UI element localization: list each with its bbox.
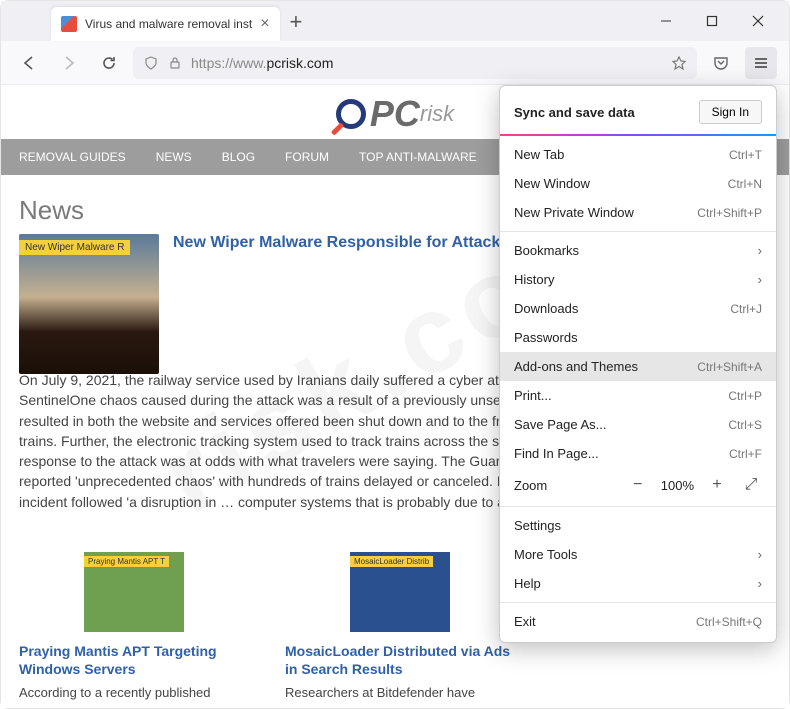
- card-thumbnail[interactable]: Praying Mantis APT T: [84, 552, 184, 632]
- chevron-right-icon: ›: [758, 272, 762, 287]
- sync-label: Sync and save data: [514, 105, 635, 120]
- menu-new-private-window[interactable]: New Private WindowCtrl+Shift+P: [500, 198, 776, 227]
- menu-bookmarks[interactable]: Bookmarks›: [500, 236, 776, 265]
- card-thumbnail[interactable]: MosaicLoader Distrib: [350, 552, 450, 632]
- tab-bar: Virus and malware removal inst × +: [1, 1, 789, 41]
- zoom-label: Zoom: [514, 478, 615, 493]
- maximize-button[interactable]: [689, 5, 735, 37]
- menu-addons-themes[interactable]: Add-ons and ThemesCtrl+Shift+A: [500, 352, 776, 381]
- app-menu-button[interactable]: [745, 47, 777, 79]
- card-thumb-label: Praying Mantis APT T: [84, 556, 169, 567]
- zoom-in-button[interactable]: +: [706, 474, 728, 496]
- favicon-icon: [61, 16, 77, 32]
- shield-icon: [143, 55, 159, 71]
- lock-icon: [167, 55, 183, 71]
- logo-pc: PC: [370, 93, 420, 135]
- chevron-right-icon: ›: [758, 243, 762, 258]
- sign-in-button[interactable]: Sign In: [699, 100, 762, 124]
- browser-tab[interactable]: Virus and malware removal inst ×: [51, 7, 280, 41]
- nav-top-antimalware[interactable]: TOP ANTI-MALWARE: [359, 150, 477, 164]
- menu-save-page-as[interactable]: Save Page As...Ctrl+S: [500, 410, 776, 439]
- menu-new-tab[interactable]: New TabCtrl+T: [500, 140, 776, 169]
- menu-help[interactable]: Help›: [500, 569, 776, 598]
- url-text: https://www.pcrisk.com: [191, 55, 663, 71]
- card-body: According to a recently published: [19, 684, 249, 702]
- card-title[interactable]: MosaicLoader Distributed via Ads in Sear…: [285, 642, 515, 678]
- minimize-button[interactable]: [643, 5, 689, 37]
- article-thumbnail[interactable]: New Wiper Malware R: [19, 234, 159, 374]
- url-bar: https://www.pcrisk.com: [1, 41, 789, 85]
- chevron-right-icon: ›: [758, 547, 762, 562]
- reload-button[interactable]: [93, 47, 125, 79]
- nav-removal-guides[interactable]: REMOVAL GUIDES: [19, 150, 126, 164]
- menu-exit[interactable]: ExitCtrl+Shift+Q: [500, 607, 776, 636]
- pocket-icon[interactable]: [705, 47, 737, 79]
- menu-settings[interactable]: Settings: [500, 511, 776, 540]
- menu-passwords[interactable]: Passwords: [500, 323, 776, 352]
- app-menu-popup: Sync and save data Sign In New TabCtrl+T…: [499, 85, 777, 643]
- close-tab-icon[interactable]: ×: [260, 15, 269, 33]
- window-controls: [643, 1, 781, 41]
- bookmark-star-icon[interactable]: [671, 55, 687, 71]
- nav-news[interactable]: NEWS: [156, 150, 192, 164]
- zoom-value: 100%: [661, 478, 694, 493]
- menu-new-window[interactable]: New WindowCtrl+N: [500, 169, 776, 198]
- card-thumb-label: MosaicLoader Distrib: [350, 556, 433, 567]
- logo-risk: risk: [420, 101, 454, 127]
- card-body: Researchers at Bitdefender have: [285, 684, 515, 702]
- card-mosaicloader: MosaicLoader Distrib MosaicLoader Distri…: [285, 552, 515, 703]
- card-title[interactable]: Praying Mantis APT Targeting Windows Ser…: [19, 642, 249, 678]
- menu-history[interactable]: History›: [500, 265, 776, 294]
- nav-forum[interactable]: FORUM: [285, 150, 329, 164]
- card-praying-mantis: Praying Mantis APT T Praying Mantis APT …: [19, 552, 249, 703]
- chevron-right-icon: ›: [758, 576, 762, 591]
- menu-sync-row: Sync and save data Sign In: [500, 92, 776, 132]
- tab-title: Virus and malware removal inst: [85, 17, 252, 31]
- zoom-out-button[interactable]: −: [627, 474, 649, 496]
- menu-find-in-page[interactable]: Find In Page...Ctrl+F: [500, 439, 776, 468]
- address-field[interactable]: https://www.pcrisk.com: [133, 47, 697, 79]
- back-button[interactable]: [13, 47, 45, 79]
- menu-zoom-row: Zoom − 100% + ⤢: [500, 468, 776, 502]
- magnifier-icon: [336, 99, 366, 129]
- menu-print[interactable]: Print...Ctrl+P: [500, 381, 776, 410]
- menu-more-tools[interactable]: More Tools›: [500, 540, 776, 569]
- menu-divider-gradient: [500, 134, 776, 136]
- nav-blog[interactable]: BLOG: [222, 150, 255, 164]
- fullscreen-icon[interactable]: ⤢: [740, 474, 762, 496]
- close-window-button[interactable]: [735, 5, 781, 37]
- new-tab-button[interactable]: +: [290, 9, 303, 41]
- forward-button[interactable]: [53, 47, 85, 79]
- menu-downloads[interactable]: DownloadsCtrl+J: [500, 294, 776, 323]
- thumbnail-label: New Wiper Malware R: [19, 240, 130, 255]
